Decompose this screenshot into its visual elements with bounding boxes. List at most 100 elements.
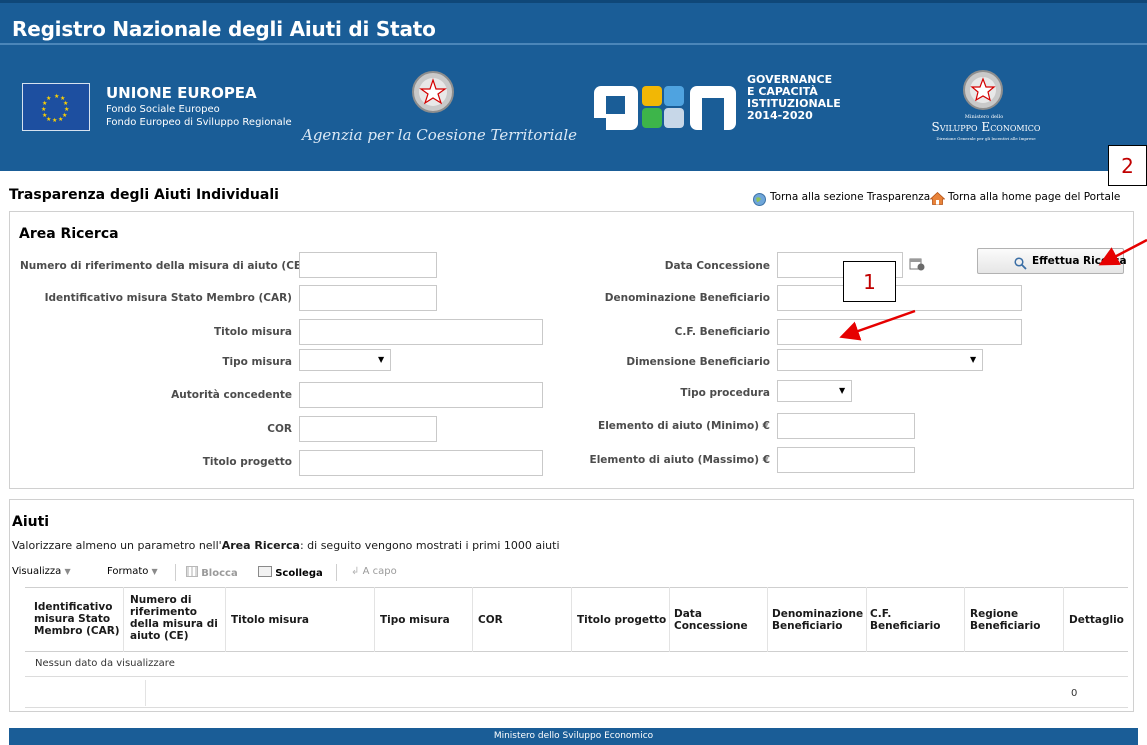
annotation-marker-2: 2 [1108, 145, 1147, 186]
svg-text:★: ★ [54, 93, 59, 100]
home-icon [929, 190, 946, 205]
label-cor: COR [267, 423, 292, 435]
denominazione-beneficiario-input[interactable] [777, 285, 1022, 311]
titolo-progetto-input[interactable] [299, 450, 543, 476]
elemento-massimo-input[interactable] [777, 447, 915, 473]
svg-text:★: ★ [41, 106, 46, 113]
tipo-misura-select[interactable]: ▼ [299, 349, 391, 371]
dimensione-beneficiario-select[interactable]: ▼ [777, 349, 983, 371]
wrap-icon: ↲ [351, 566, 360, 577]
results-hint-post: : di seguito vengono mostrati i primi 10… [299, 539, 560, 552]
a-capo-button[interactable]: ↲ A capo [351, 566, 397, 577]
label-titolo-progetto: Titolo progetto [202, 456, 292, 468]
col-dettaglio[interactable]: Dettaglio [1069, 614, 1127, 626]
formato-label: Formato [107, 566, 149, 577]
detach-icon [258, 566, 272, 577]
col-regione-beneficiario[interactable]: Regione Beneficiario [970, 608, 1060, 632]
total-count: 0 [1071, 688, 1078, 699]
column-divider [472, 587, 473, 652]
header-top-line [0, 0, 1147, 3]
table-footer-row [25, 677, 1128, 708]
scollega-label: Scollega [275, 568, 323, 579]
toolbar-separator [175, 564, 176, 581]
ministry-subtitle: Direzione Generale per gli Incentivi all… [936, 136, 1036, 141]
col-data-concessione[interactable]: Data Concessione [674, 608, 764, 632]
col-titolo-progetto[interactable]: Titolo progetto [577, 614, 667, 626]
label-tipo-procedura: Tipo procedura [680, 387, 770, 399]
search-button-label: Effettua Ricerca [1032, 255, 1127, 267]
column-divider [374, 587, 375, 652]
label-numero-riferimento: Numero di riferimento della misura di ai… [20, 260, 306, 272]
a-capo-label: A capo [362, 566, 397, 577]
column-divider [1063, 587, 1064, 652]
search-panel-title: Area Ricerca [19, 226, 119, 242]
col-identificativo-car[interactable]: Identificativo misura Stato Membro (CAR) [34, 601, 122, 637]
column-divider [571, 587, 572, 652]
back-to-transparency-link[interactable]: Torna alla sezione Trasparenza [770, 191, 930, 203]
eu-fund-social: Fondo Sociale Europeo [106, 104, 220, 115]
column-divider [225, 587, 226, 652]
cor-input[interactable] [299, 416, 437, 442]
governance-line2: E CAPACITÀ [747, 85, 818, 98]
magnifier-icon [1014, 255, 1027, 270]
svg-text:★: ★ [46, 95, 51, 102]
column-divider [123, 587, 124, 652]
col-titolo-misura[interactable]: Titolo misura [231, 614, 371, 626]
empty-row [25, 652, 1128, 677]
label-tipo-misura: Tipo misura [222, 356, 292, 368]
governance-line1: GOVERNANCE [747, 73, 833, 86]
visualizza-label: Visualizza [12, 566, 62, 577]
empty-message: Nessun dato da visualizzare [35, 658, 175, 669]
globe-icon [753, 191, 766, 206]
visualizza-menu[interactable]: Visualizza ▼ [12, 566, 71, 577]
back-to-home-link[interactable]: Torna alla home page del Portale [948, 191, 1120, 203]
tipo-procedura-select[interactable]: ▼ [777, 380, 852, 402]
label-autorita-concedente: Autorità concedente [171, 389, 292, 401]
label-dimensione-beneficiario: Dimensione Beneficiario [626, 356, 770, 368]
column-divider [866, 587, 867, 652]
col-numero-riferimento[interactable]: Numero di riferimento della misura di ai… [130, 594, 222, 642]
results-hint-pre: Valorizzare almeno un parametro nell' [12, 539, 222, 552]
svg-text:★: ★ [52, 117, 57, 124]
titolo-misura-input[interactable] [299, 319, 543, 345]
pon-logo-icon [594, 74, 742, 136]
ministry-emblem-icon [958, 68, 1008, 116]
col-cf-beneficiario[interactable]: C.F. Beneficiario [870, 608, 960, 632]
label-data-concessione: Data Concessione [664, 260, 770, 272]
eu-flag-icon: ★ ★ ★ ★ ★ ★ ★ ★ ★ ★ ★ ★ [22, 83, 90, 131]
numero-riferimento-input[interactable] [299, 252, 437, 278]
cf-beneficiario-input[interactable] [777, 319, 1022, 345]
header-divider [0, 43, 1147, 45]
elemento-minimo-input[interactable] [777, 413, 915, 439]
annotation-marker-1: 1 [843, 261, 896, 302]
label-identificativo-car: Identificativo misura Stato Membro (CAR) [44, 292, 292, 304]
chevron-down-icon: ▼ [64, 567, 71, 576]
label-elemento-minimo: Elemento di aiuto (Minimo) € [598, 420, 770, 432]
results-title: Aiuti [12, 514, 50, 530]
label-titolo-misura: Titolo misura [214, 326, 292, 338]
svg-text:★: ★ [42, 112, 47, 119]
formato-menu[interactable]: Formato ▼ [107, 566, 158, 577]
governance-line3: ISTITUZIONALE [747, 97, 841, 110]
eu-fund-regional: Fondo Europeo di Sviluppo Regionale [106, 117, 292, 128]
blocca-button[interactable]: Blocca [186, 566, 238, 579]
column-divider [145, 680, 146, 706]
chevron-down-icon: ▼ [970, 355, 977, 364]
col-denominazione-beneficiario[interactable]: Denominazione Beneficiario [772, 608, 864, 632]
autorita-concedente-input[interactable] [299, 382, 543, 408]
toolbar-separator [336, 564, 337, 581]
calendar-icon[interactable] [908, 256, 926, 272]
column-divider [964, 587, 965, 652]
label-denominazione-beneficiario: Denominazione Beneficiario [604, 292, 770, 304]
freeze-columns-icon [186, 566, 198, 577]
page-title: Trasparenza degli Aiuti Individuali [9, 187, 279, 203]
label-elemento-massimo: Elemento di aiuto (Massimo) € [589, 454, 770, 466]
chevron-down-icon: ▼ [151, 567, 158, 576]
col-tipo-misura[interactable]: Tipo misura [380, 614, 470, 626]
results-hint: Valorizzare almeno un parametro nell'Are… [12, 539, 560, 552]
chevron-down-icon: ▼ [839, 386, 846, 395]
identificativo-car-input[interactable] [299, 285, 437, 311]
label-cf-beneficiario: C.F. Beneficiario [674, 326, 770, 338]
scollega-button[interactable]: Scollega [258, 566, 323, 579]
col-cor[interactable]: COR [478, 614, 568, 626]
